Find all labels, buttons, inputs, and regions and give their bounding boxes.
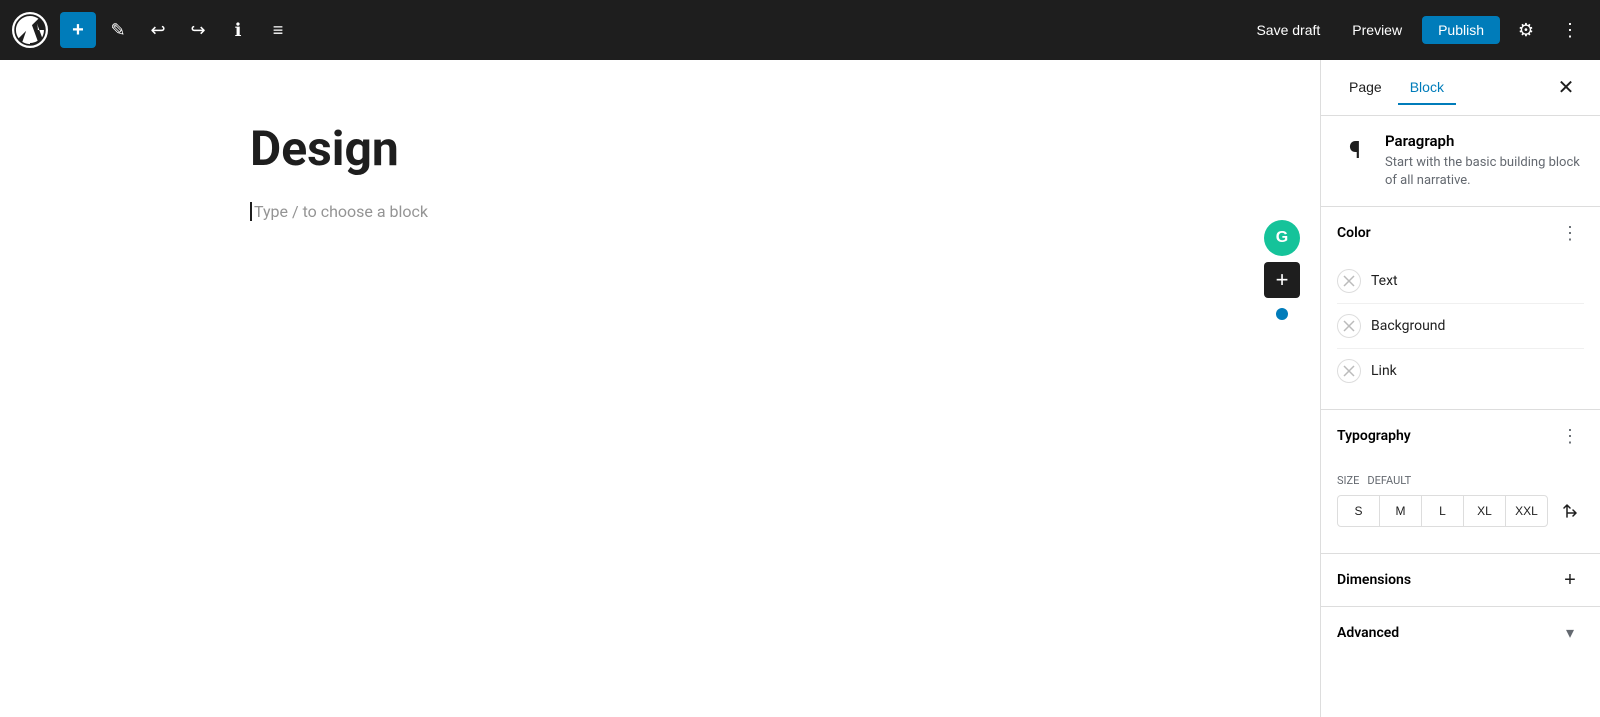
list-view-button[interactable]: ≡ [260,12,296,48]
undo-button[interactable]: ↩ [140,12,176,48]
typography-section-more-button[interactable]: ⋮ [1556,422,1584,450]
advanced-section-title: Advanced [1337,625,1556,641]
progress-dot [1276,308,1288,320]
color-option-link[interactable]: Link [1337,349,1584,393]
advanced-chevron-button[interactable]: ▾ [1556,619,1584,647]
size-button-l[interactable]: L [1422,496,1464,526]
toolbar-left-group: + ✎ ↩ ↪ ℹ ≡ [12,12,296,48]
color-section-more-button[interactable]: ⋮ [1556,219,1584,247]
link-color-label: Link [1371,363,1397,379]
paragraph-icon: ¶ [1337,132,1373,168]
size-label: SIZE DEFAULT [1337,474,1584,487]
block-description: Paragraph Start with the basic building … [1385,132,1584,190]
link-color-circle [1337,359,1361,383]
block-placeholder[interactable]: Type / to choose a block [250,202,1070,221]
preview-button[interactable]: Preview [1340,16,1414,44]
sidebar-panel: Page Block ✕ ¶ Paragraph Start with the … [1320,60,1600,717]
info-button[interactable]: ℹ [220,12,256,48]
editor-content: Design Type / to choose a block [250,120,1070,657]
typography-section-title: Typography [1337,428,1556,444]
color-section: Color ⋮ Text Background [1321,207,1600,410]
typography-controls: SIZE DEFAULT S M L XL XXL [1321,462,1600,553]
wordpress-logo [12,12,48,48]
size-button-s[interactable]: S [1338,496,1380,526]
color-options-list: Text Background Link [1321,259,1600,409]
settings-button[interactable]: ⚙ [1508,12,1544,48]
text-color-label: Text [1371,273,1398,289]
color-option-background[interactable]: Background [1337,304,1584,349]
size-button-xl[interactable]: XL [1464,496,1506,526]
dimensions-section[interactable]: Dimensions + [1321,554,1600,607]
sidebar-header: Page Block ✕ [1321,60,1600,116]
typography-section-header[interactable]: Typography ⋮ [1321,410,1600,462]
size-controls-row: S M L XL XXL [1337,495,1584,527]
block-subtitle: Start with the basic building block of a… [1385,154,1584,190]
edit-mode-button[interactable]: ✎ [100,12,136,48]
sidebar-close-button[interactable]: ✕ [1548,70,1584,106]
tab-block[interactable]: Block [1398,71,1456,105]
add-block-toolbar-button[interactable]: + [60,12,96,48]
toolbar-right-group: Save draft Preview Publish ⚙ ⋮ [1244,12,1588,48]
block-info: ¶ Paragraph Start with the basic buildin… [1321,116,1600,207]
save-draft-button[interactable]: Save draft [1244,16,1332,44]
size-buttons-group: S M L XL XXL [1337,495,1548,527]
background-color-label: Background [1371,318,1445,334]
grammarly-button[interactable]: G [1264,220,1300,256]
editor-area[interactable]: Design Type / to choose a block G + [0,60,1320,717]
main-toolbar: + ✎ ↩ ↪ ℹ ≡ Save draft Preview Publish ⚙… [0,0,1600,60]
size-adjust-button[interactable] [1556,497,1584,525]
publish-button[interactable]: Publish [1422,16,1500,44]
redo-button[interactable]: ↪ [180,12,216,48]
size-button-xxl[interactable]: XXL [1506,496,1547,526]
dimensions-add-button[interactable]: + [1556,566,1584,594]
color-section-title: Color [1337,225,1556,241]
add-block-float-button[interactable]: + [1264,262,1300,298]
color-section-header[interactable]: Color ⋮ [1321,207,1600,259]
tab-page[interactable]: Page [1337,71,1394,105]
size-button-m[interactable]: M [1380,496,1422,526]
page-title[interactable]: Design [250,120,1070,178]
background-color-circle [1337,314,1361,338]
advanced-section[interactable]: Advanced ▾ [1321,607,1600,659]
block-title: Paragraph [1385,132,1584,150]
typography-section: Typography ⋮ SIZE DEFAULT S M L XL XXL [1321,410,1600,554]
more-options-button[interactable]: ⋮ [1552,12,1588,48]
dimensions-section-title: Dimensions [1337,572,1556,588]
editor-float-buttons: G + [1264,220,1300,320]
text-color-circle [1337,269,1361,293]
main-content-area: Design Type / to choose a block G + Page… [0,60,1600,717]
color-option-text[interactable]: Text [1337,259,1584,304]
